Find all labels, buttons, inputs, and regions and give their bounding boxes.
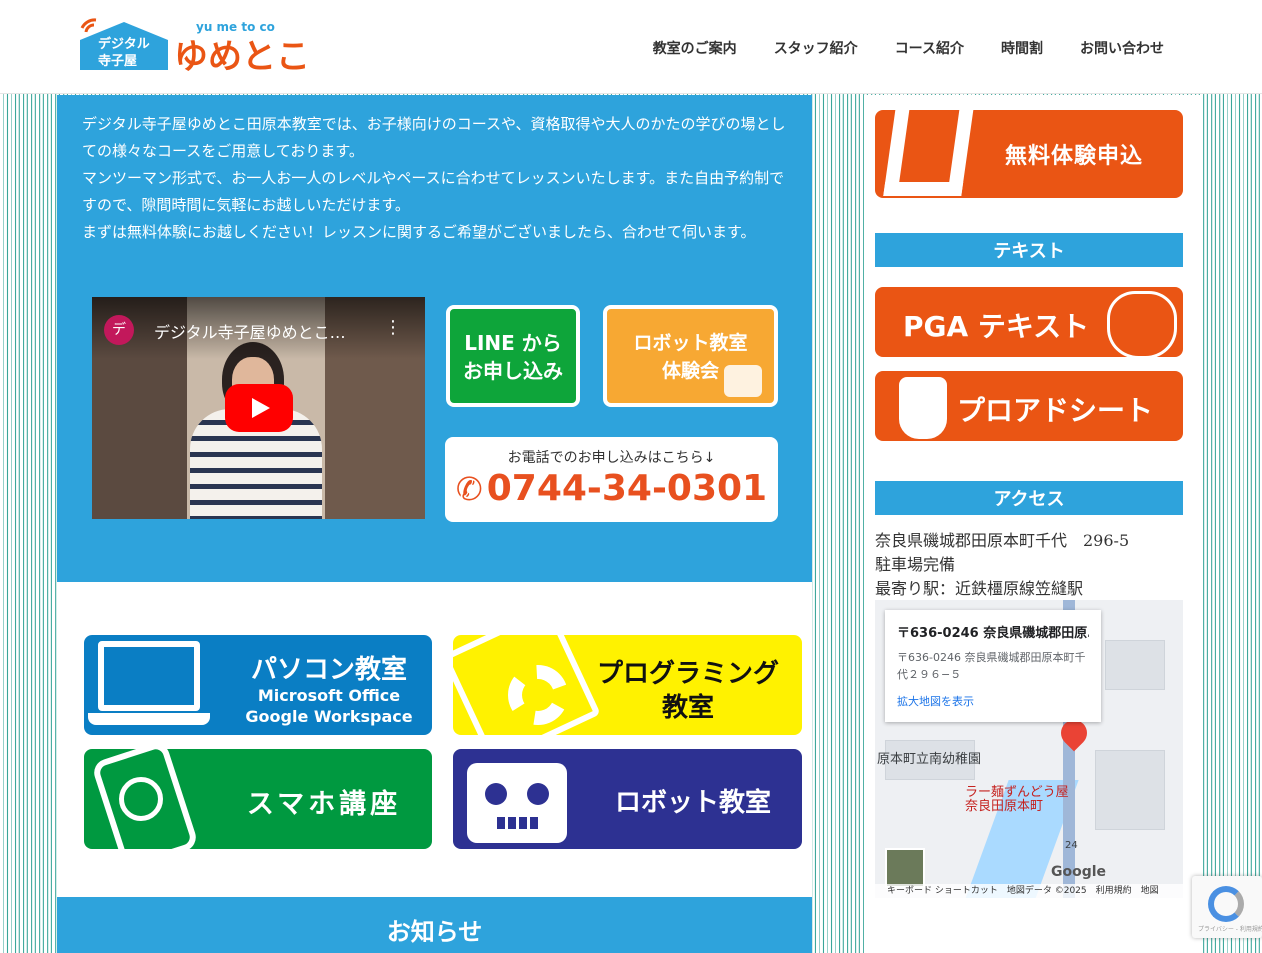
intro-paragraph: まずは無料体験にお越しください！レッスンに関するご希望がございましたら、合わせて… <box>82 223 756 241</box>
intro-paragraph: デジタル寺子屋ゆめとこ田原本教室では、お子様向けのコースや、資格取得や大人のかた… <box>82 115 786 160</box>
access-heading: アクセス <box>875 481 1183 515</box>
recaptcha-badge[interactable]: プライバシー - 利用規約 <box>1192 876 1262 938</box>
robot-trial-button[interactable]: ロボット教室 体験会 <box>603 305 778 407</box>
proad-sheet-label: プロアドシート <box>957 394 1154 427</box>
robot-face-icon <box>467 763 567 843</box>
pga-text-label: PGA テキスト <box>903 310 1090 343</box>
logo-tag1-text: デジタル <box>98 36 150 52</box>
site-header: デジタル 寺子屋 yu me to co ゆめとこ 教室のご案内 スタッフ紹介 … <box>0 0 1262 94</box>
channel-avatar[interactable]: デ <box>104 315 134 345</box>
recaptcha-icon <box>1208 886 1244 922</box>
course-pc-sub1: Microsoft Office <box>257 686 401 705</box>
news-heading: お知らせ <box>57 897 812 953</box>
google-map[interactable]: 原本町立南幼稚園 ラー麺ずんどう屋 奈良田原本町 24 〒636-0246 奈良… <box>875 600 1183 898</box>
map-label-kindergarten: 原本町立南幼稚園 <box>877 752 982 767</box>
phone-lead-text: お電話でのお申し込みはこちら↓ <box>507 450 716 466</box>
course-pc-title: パソコン教室 <box>250 655 407 685</box>
free-trial-label: 無料体験申込 <box>1005 144 1144 169</box>
map-card-address: 〒636-0246 奈良県磯城郡田原本町千代２９６−５ <box>897 651 1086 681</box>
route-number: 24 <box>1065 840 1078 851</box>
video-title[interactable]: デジタル寺子屋ゆめとこ… <box>154 319 346 343</box>
laptop-icon <box>98 641 200 711</box>
course-smartphone-banner[interactable]: スマホ講座 <box>84 749 432 849</box>
nav-courses[interactable]: コース紹介 <box>895 38 964 58</box>
phone-apply-button[interactable]: お電話でのお申し込みはこちら↓ ✆ 0744-34-0301 <box>445 437 778 522</box>
address-text: 奈良県磯城郡田原本町千代 296-5 <box>875 531 1130 550</box>
line-button-label-2: お申し込み <box>463 359 563 383</box>
pga-text-banner[interactable]: PGA テキスト <box>875 287 1183 357</box>
nav-staff[interactable]: スタッフ紹介 <box>774 38 858 58</box>
gear-icon <box>508 665 568 725</box>
map-card-title: 〒636-0246 奈良県磯城郡田原… <box>897 626 1089 641</box>
course-robot-title: ロボット教室 <box>614 788 771 818</box>
intro-section: デジタル寺子屋ゆめとこ田原本教室では、お子様向けのコースや、資格取得や大人のかた… <box>57 95 812 582</box>
map-label-ramen: ラー麺ずんどう屋 奈良田原本町 <box>965 785 1069 814</box>
map-footer[interactable]: キーボード ショートカット 地図データ ©2025 利用規約 地図 <box>875 884 1183 898</box>
course-pc-banner[interactable]: パソコン教室 Microsoft Office Google Workspace <box>84 635 432 735</box>
google-logo: Google <box>1051 864 1107 880</box>
site-logo[interactable]: デジタル 寺子屋 yu me to co ゆめとこ <box>76 18 316 78</box>
nav-classroom[interactable]: 教室のご案内 <box>653 38 737 58</box>
play-button-icon[interactable] <box>225 384 293 432</box>
map-info-card: 〒636-0246 奈良県磯城郡田原… 〒636-0246 奈良県磯城郡田原本町… <box>885 610 1101 722</box>
nav-contact[interactable]: お問い合わせ <box>1080 38 1164 58</box>
course-programming-banner[interactable]: プログラミング 教室 <box>453 635 802 735</box>
text-heading: テキスト <box>875 233 1183 267</box>
map-enlarge-link[interactable]: 拡大地図を表示 <box>897 693 1089 709</box>
course-pc-sub2: Google Workspace <box>245 707 413 726</box>
yumetoco-mark-icon <box>883 110 975 196</box>
recaptcha-text: プライバシー - 利用規約 <box>1198 926 1262 933</box>
robot-button-label-1: ロボット教室 <box>633 332 748 354</box>
sidebar: 無料体験申込 テキスト PGA テキスト プロアドシート アクセス 奈良県磯城郡… <box>864 95 1200 953</box>
more-options-icon[interactable]: ⋮ <box>384 317 402 338</box>
main-nav: 教室のご案内 スタッフ紹介 コース紹介 時間割 お問い合わせ <box>653 38 1164 58</box>
course-programming-line1: プログラミング <box>596 659 779 689</box>
phone-icon: ✆ <box>455 470 483 508</box>
free-trial-banner[interactable]: 無料体験申込 <box>875 110 1183 198</box>
robot-icon <box>724 365 762 397</box>
intro-text: デジタル寺子屋ゆめとこ田原本教室では、お子様向けのコースや、資格取得や大人のかた… <box>82 111 792 246</box>
nav-timetable[interactable]: 時間割 <box>1001 38 1043 58</box>
parking-text: 駐車場完備 <box>875 555 956 574</box>
phone-number-text: 0744-34-0301 <box>486 468 768 509</box>
logo-main-text: ゆめとこ <box>174 37 310 77</box>
face-illustration-icon <box>1107 291 1177 357</box>
main-content: デジタル寺子屋ゆめとこ田原本教室では、お子様向けのコースや、資格取得や大人のかた… <box>57 95 812 953</box>
line-button-label-1: LINE から <box>464 331 562 355</box>
course-smartphone-title: スマホ講座 <box>246 789 402 820</box>
youtube-video-player[interactable]: デ デジタル寺子屋ゆめとこ… ⋮ <box>92 297 425 519</box>
globe-icon <box>119 777 163 821</box>
course-programming-title: プログラミング 教室 <box>583 657 793 725</box>
satellite-toggle[interactable] <box>885 848 925 888</box>
proad-sheet-banner[interactable]: プロアドシート <box>875 371 1183 441</box>
cat-character-icon <box>899 377 947 439</box>
course-programming-line2: 教室 <box>661 693 714 723</box>
course-robot-banner[interactable]: ロボット教室 <box>453 749 802 849</box>
access-info: 奈良県磯城郡田原本町千代 296-5 駐車場完備 最寄り駅：近鉄橿原線笠縫駅 <box>875 529 1175 601</box>
phone-number: ✆ 0744-34-0301 <box>445 467 778 511</box>
intro-paragraph: マンツーマン形式で、お一人お一人のレベルやペースに合わせてレッスンいたします。ま… <box>82 169 785 214</box>
logo-small-text: yu me to co <box>196 20 275 34</box>
logo-tag2-text: 寺子屋 <box>98 53 137 69</box>
station-text: 最寄り駅：近鉄橿原線笠縫駅 <box>875 579 1084 598</box>
line-apply-button[interactable]: LINE から お申し込み <box>446 305 580 407</box>
course-pc-subtitle: Microsoft Office Google Workspace <box>234 685 424 727</box>
